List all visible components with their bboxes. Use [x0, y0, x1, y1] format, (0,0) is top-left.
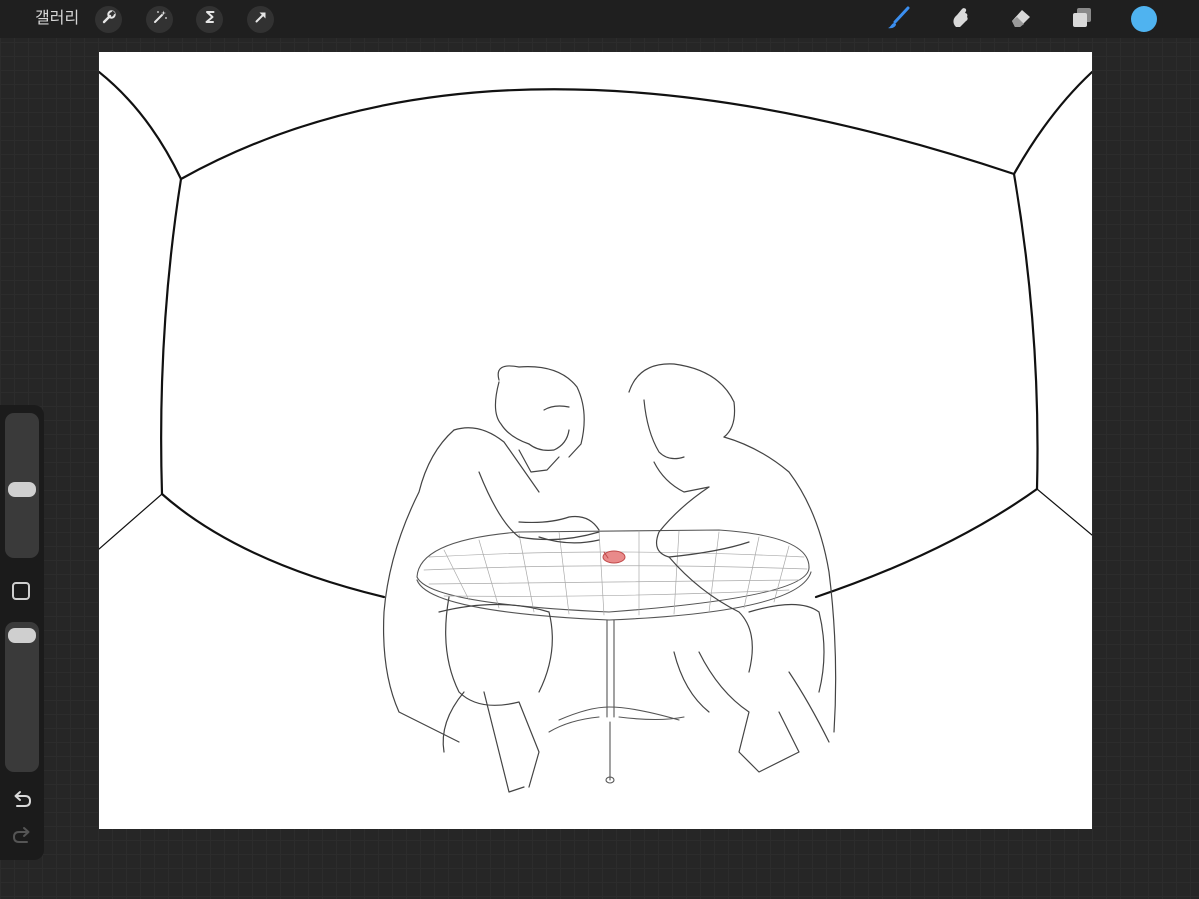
- transform-button[interactable]: [247, 6, 274, 33]
- brush-icon: [886, 5, 912, 36]
- top-toolbar: 갤러리: [0, 0, 1199, 38]
- redo-button[interactable]: [9, 825, 35, 849]
- undo-icon: [11, 788, 33, 815]
- smudge-finger-icon: [947, 5, 973, 36]
- redo-icon: [11, 824, 33, 851]
- room-frame-lines: [99, 70, 1092, 599]
- brush-opacity-thumb[interactable]: [8, 628, 36, 643]
- color-picker-button[interactable]: [1131, 6, 1157, 32]
- modify-button[interactable]: [12, 582, 30, 600]
- actions-button[interactable]: [95, 6, 122, 33]
- adjustments-button[interactable]: [146, 6, 173, 33]
- procreate-workspace: 갤러리: [0, 0, 1199, 899]
- brush-tool-button[interactable]: [884, 5, 914, 35]
- sketch-artwork: [99, 70, 1092, 793]
- gallery-button[interactable]: 갤러리: [35, 9, 79, 29]
- left-sidebar: [0, 405, 44, 860]
- magic-wand-icon: [152, 9, 168, 30]
- brush-opacity-slider[interactable]: [5, 622, 39, 772]
- undo-button[interactable]: [9, 789, 35, 813]
- selection-s-icon: [202, 9, 218, 30]
- brush-size-slider[interactable]: [5, 413, 39, 558]
- eraser-tool-button[interactable]: [1006, 5, 1036, 35]
- eraser-icon: [1008, 5, 1034, 36]
- left-figure-sketch: [383, 365, 600, 793]
- selection-button[interactable]: [196, 6, 223, 33]
- right-figure-sketch: [628, 363, 837, 773]
- drawing-canvas[interactable]: [99, 52, 1092, 829]
- arrow-cursor-icon: [253, 9, 269, 30]
- layers-button[interactable]: [1067, 5, 1097, 35]
- brush-size-thumb[interactable]: [8, 482, 36, 497]
- layers-icon: [1069, 5, 1095, 36]
- wrench-icon: [101, 9, 117, 30]
- smudge-tool-button[interactable]: [945, 5, 975, 35]
- red-stamp-mark: [602, 550, 626, 564]
